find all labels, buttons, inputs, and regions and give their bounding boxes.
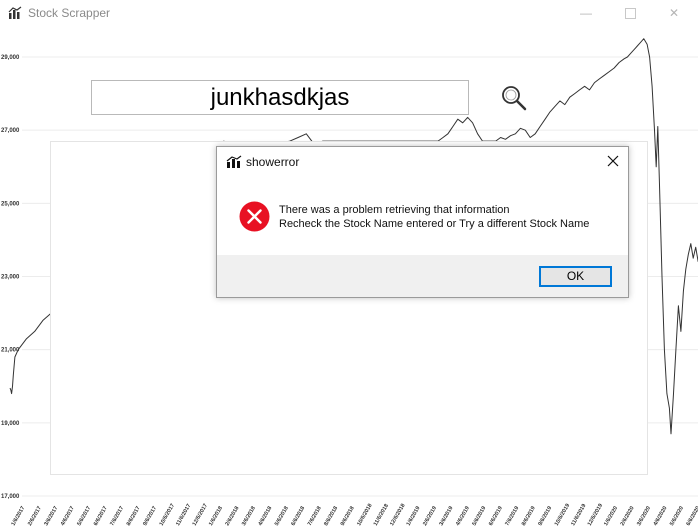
- x-tick-label: 4/6/2020: [653, 505, 669, 527]
- x-tick-label: 5/6/2019: [472, 505, 488, 527]
- x-tick-label: 12/6/2019: [587, 503, 604, 527]
- minimize-button[interactable]: —: [572, 4, 600, 22]
- x-tick-label: 1/6/2017: [11, 505, 27, 527]
- x-tick-label: 4/6/2018: [257, 505, 273, 527]
- maximize-button[interactable]: [616, 4, 644, 22]
- error-message-line-1: There was a problem retrieving that info…: [279, 204, 510, 216]
- title-bar: Stock Scrapper — ✕: [0, 0, 698, 26]
- x-tick-label: 6/6/2019: [488, 505, 504, 527]
- x-tick-label: 10/6/2019: [554, 503, 571, 527]
- x-tick-label: 9/6/2018: [340, 505, 356, 527]
- x-tick-label: 3/6/2017: [43, 505, 59, 527]
- x-tick-label: 3/6/2020: [636, 505, 652, 527]
- error-icon: [239, 201, 270, 232]
- x-tick-label: 4/6/2017: [60, 505, 76, 527]
- x-tick-label: 11/6/2019: [570, 503, 587, 527]
- ok-button[interactable]: OK: [539, 266, 612, 287]
- y-tick-label: 29,000: [1, 55, 20, 61]
- y-tick-label: 17,000: [1, 494, 20, 500]
- x-tick-label: 1/6/2018: [208, 505, 224, 527]
- x-tick-label: 6/6/2017: [93, 505, 109, 527]
- error-message-line-2: Recheck the Stock Name entered or Try a …: [279, 218, 590, 230]
- x-tick-label: 2/6/2018: [225, 505, 241, 527]
- x-tick-label: 10/6/2018: [356, 503, 373, 527]
- x-tick-label: 8/6/2019: [521, 505, 537, 527]
- x-tick-label: 3/6/2019: [439, 505, 455, 527]
- app-logo-icon: [8, 6, 22, 19]
- window-title: Stock Scrapper: [28, 6, 111, 20]
- dialog-footer: OK: [217, 255, 628, 297]
- y-tick-label: 25,000: [1, 201, 20, 207]
- dialog-close-button[interactable]: [603, 151, 623, 171]
- stock-search-input[interactable]: junkhasdkjas: [91, 80, 469, 115]
- x-tick-label: 12/6/2017: [192, 503, 209, 527]
- x-tick-label: 2/6/2020: [620, 505, 636, 527]
- x-tick-label: 9/6/2019: [537, 505, 553, 527]
- y-tick-label: 19,000: [1, 421, 20, 427]
- x-tick-label: 4/6/2019: [455, 505, 471, 527]
- x-tick-label: 7/6/2019: [504, 505, 520, 527]
- x-tick-label: 5/6/2017: [76, 505, 92, 527]
- x-tick-label: 8/6/2018: [323, 505, 339, 527]
- x-tick-label: 1/6/2020: [603, 505, 619, 527]
- search-icon[interactable]: [500, 84, 528, 112]
- x-tick-label: 10/6/2017: [159, 503, 176, 527]
- y-tick-label: 27,000: [1, 128, 20, 134]
- x-tick-label: 7/6/2017: [109, 505, 125, 527]
- error-dialog: showerror There was a problem retrieving…: [216, 146, 629, 298]
- x-tick-label: 11/6/2017: [175, 503, 192, 527]
- x-tick-label: 11/6/2018: [373, 503, 390, 527]
- app-logo-icon: [226, 155, 242, 168]
- close-window-button[interactable]: ✕: [660, 4, 688, 22]
- x-tick-label: 2/6/2019: [422, 505, 438, 527]
- x-tick-label: 7/6/2018: [307, 505, 323, 527]
- dialog-title: showerror: [246, 155, 300, 169]
- x-tick-label: 9/6/2017: [142, 505, 158, 527]
- x-tick-label: 12/6/2018: [389, 503, 406, 527]
- y-tick-label: 23,000: [1, 275, 20, 281]
- x-tick-label: 2/6/2017: [27, 505, 43, 527]
- x-tick-label: 5/6/2018: [274, 505, 290, 527]
- x-tick-label: 1/6/2019: [406, 505, 422, 527]
- x-tick-label: 5/6/2020: [669, 505, 685, 527]
- maximize-icon: [624, 8, 636, 19]
- x-tick-label: 8/6/2017: [126, 505, 142, 527]
- x-tick-label: 6/6/2018: [290, 505, 306, 527]
- x-tick-label: 6/6/2020: [686, 505, 698, 527]
- x-tick-label: 3/6/2018: [241, 505, 257, 527]
